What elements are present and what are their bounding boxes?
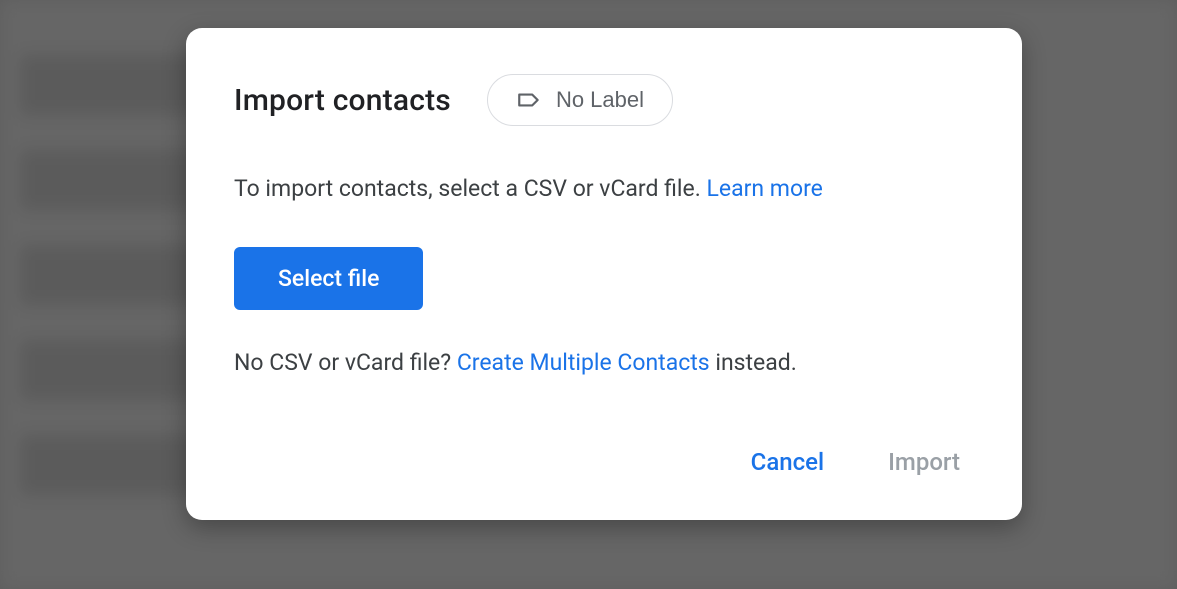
secondary-description: No CSV or vCard file? Create Multiple Co… [234,346,974,381]
label-icon [516,87,542,113]
secondary-prefix: No CSV or vCard file? [234,349,457,376]
dialog-title: Import contacts [234,83,451,118]
import-button[interactable]: Import [884,440,964,484]
secondary-suffix: instead. [710,349,797,376]
label-chip-text: No Label [556,87,644,113]
dialog-description: To import contacts, select a CSV or vCar… [234,172,974,207]
dialog-header: Import contacts No Label [234,74,974,126]
select-file-button[interactable]: Select file [234,247,423,310]
learn-more-link[interactable]: Learn more [707,175,823,202]
dialog-actions: Cancel Import [234,440,974,484]
cancel-button[interactable]: Cancel [747,440,828,484]
import-contacts-dialog: Import contacts No Label To import conta… [186,28,1022,520]
label-selector-chip[interactable]: No Label [487,74,673,126]
description-text: To import contacts, select a CSV or vCar… [234,175,707,202]
create-multiple-contacts-link[interactable]: Create Multiple Contacts [457,349,710,376]
